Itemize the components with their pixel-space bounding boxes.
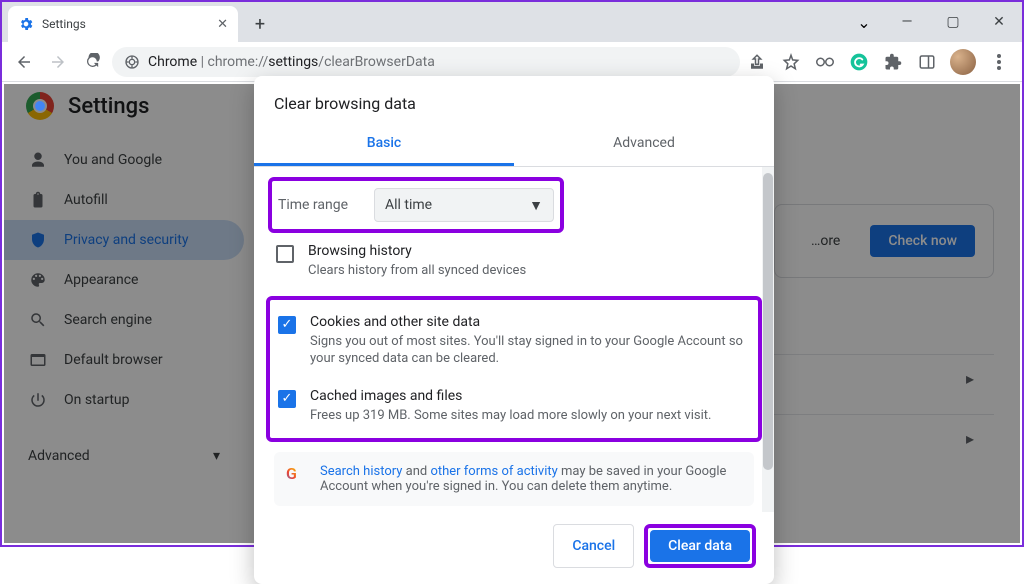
dialog-scrollbar[interactable] <box>762 167 774 512</box>
new-tab-button[interactable]: + <box>246 10 274 38</box>
google-logo-icon: G <box>286 464 306 484</box>
checkbox-cookies[interactable]: ✓ <box>278 316 296 334</box>
tabs-dropdown-icon[interactable]: ⌄ <box>844 13 884 32</box>
option-title: Cookies and other site data <box>310 314 750 330</box>
window-close-button[interactable]: ✕ <box>976 6 1022 38</box>
kebab-menu-icon[interactable] <box>988 51 1010 73</box>
time-range-row: Time range All time ▼ <box>278 183 554 227</box>
link-search-history[interactable]: Search history <box>320 464 402 479</box>
option-desc: Signs you out of most sites. You'll stay… <box>310 333 750 368</box>
window-titlebar: Settings ✕ + ⌄ — ▢ ✕ <box>2 2 1022 42</box>
extensions-puzzle-icon[interactable] <box>882 51 904 73</box>
option-desc: Frees up 319 MB. Some sites may load mor… <box>310 407 711 425</box>
highlight-clear-data: Clear data <box>644 524 756 568</box>
google-account-info: G Search history and other forms of acti… <box>274 452 754 506</box>
window-maximize-button[interactable]: ▢ <box>930 6 976 38</box>
time-range-select[interactable]: All time ▼ <box>374 188 554 222</box>
option-title: Browsing history <box>308 243 526 259</box>
url-text: Chrome | chrome://settings/clearBrowserD… <box>148 54 435 70</box>
dialog-tabs: Basic Advanced <box>254 125 774 167</box>
info-text: Search history and other forms of activi… <box>320 464 742 494</box>
tab-title: Settings <box>42 17 209 31</box>
browser-tab[interactable]: Settings ✕ <box>8 6 238 42</box>
option-cached[interactable]: ✓ Cached images and files Frees up 319 M… <box>276 378 752 435</box>
address-bar[interactable]: Chrome | chrome://settings/clearBrowserD… <box>112 47 740 77</box>
sidepanel-icon[interactable] <box>916 51 938 73</box>
scrollbar-thumb[interactable] <box>763 173 773 470</box>
site-info-icon[interactable] <box>124 54 140 70</box>
forward-button[interactable] <box>44 48 72 76</box>
reload-button[interactable] <box>78 48 106 76</box>
link-other-activity[interactable]: other forms of activity <box>430 464 557 479</box>
bookmark-star-icon[interactable] <box>780 51 802 73</box>
extension-icon-1[interactable] <box>814 51 836 73</box>
cancel-button[interactable]: Cancel <box>553 524 634 568</box>
window-controls: ⌄ — ▢ ✕ <box>844 2 1022 42</box>
window-minimize-button[interactable]: — <box>884 6 930 38</box>
tab-advanced[interactable]: Advanced <box>514 125 774 166</box>
dropdown-caret-icon: ▼ <box>529 197 543 214</box>
tab-basic[interactable]: Basic <box>254 125 514 166</box>
highlight-time-range: Time range All time ▼ <box>268 177 564 233</box>
highlight-cookies-cache: ✓ Cookies and other site data Signs you … <box>266 296 762 443</box>
option-browsing-history[interactable]: Browsing history Clears history from all… <box>274 233 754 290</box>
option-desc: Clears history from all synced devices <box>308 262 526 280</box>
option-cookies[interactable]: ✓ Cookies and other site data Signs you … <box>276 304 752 378</box>
time-range-value: All time <box>385 197 432 213</box>
checkbox-browsing-history[interactable] <box>276 245 294 263</box>
time-range-label: Time range <box>278 197 362 213</box>
profile-avatar[interactable] <box>950 49 976 75</box>
share-icon[interactable] <box>746 51 768 73</box>
checkbox-cached[interactable]: ✓ <box>278 390 296 408</box>
clear-browsing-data-dialog: Clear browsing data Basic Advanced Time … <box>254 76 774 584</box>
back-button[interactable] <box>10 48 38 76</box>
clear-data-button[interactable]: Clear data <box>650 530 750 562</box>
dialog-title: Clear browsing data <box>254 76 774 125</box>
dialog-body: Time range All time ▼ Browsing history C… <box>254 167 774 512</box>
tab-close-icon[interactable]: ✕ <box>217 17 228 32</box>
dialog-actions: Cancel Clear data <box>254 512 774 584</box>
grammarly-icon[interactable] <box>848 51 870 73</box>
gear-icon <box>18 16 34 32</box>
option-title: Cached images and files <box>310 388 711 404</box>
